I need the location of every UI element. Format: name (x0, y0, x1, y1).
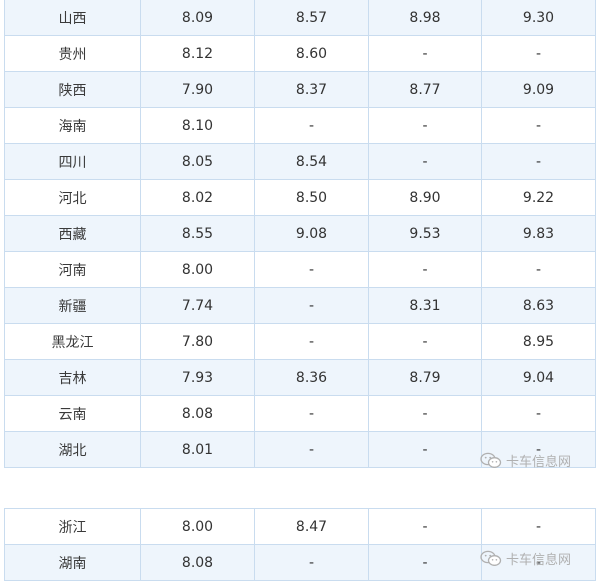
value-cell-3: - (368, 323, 482, 360)
value-cell-2: - (254, 431, 369, 468)
value-cell-2: - (254, 287, 369, 324)
watermark: 卡车信息网 (480, 451, 571, 470)
value-cell-4: - (481, 143, 596, 180)
value-cell-1: 8.10 (140, 107, 255, 144)
value-cell-4: 8.95 (481, 323, 596, 360)
value-cell-1: 8.12 (140, 35, 255, 72)
value-cell-4: - (481, 35, 596, 72)
province-cell: 黑龙江 (4, 323, 141, 360)
value-cell-1: 8.08 (140, 544, 255, 581)
value-cell-2: 8.36 (254, 359, 369, 396)
province-cell: 河北 (4, 179, 141, 216)
province-cell: 云南 (4, 395, 141, 432)
table-row: 海南 8.10- - - (4, 107, 596, 144)
value-cell-4: 9.83 (481, 215, 596, 252)
province-cell: 四川 (4, 143, 141, 180)
value-cell-3: 8.77 (368, 71, 482, 108)
value-cell-1: 8.05 (140, 143, 255, 180)
value-cell-2: 9.08 (254, 215, 369, 252)
value-cell-1: 8.08 (140, 395, 255, 432)
value-cell-2: 8.60 (254, 35, 369, 72)
value-cell-3: 8.31 (368, 287, 482, 324)
table-row: 山西 8.09 8.57 8.98 9.30 (4, 0, 596, 36)
province-cell: 山西 (4, 0, 141, 36)
table-row: 云南 8.08- - - (4, 395, 596, 432)
province-cell: 贵州 (4, 35, 141, 72)
table-row: 贵州 8.12 8.60- - (4, 35, 596, 72)
value-cell-4: 9.22 (481, 179, 596, 216)
value-cell-1: 7.93 (140, 359, 255, 396)
value-cell-4: - (481, 508, 596, 545)
value-cell-3: 9.53 (368, 215, 482, 252)
price-table-top: 山西 8.09 8.57 8.98 9.30 贵州 8.12 8.60- - 陕西 7.90 8.37… (4, 0, 596, 468)
value-cell-3: - (368, 431, 482, 468)
table-row: 浙江 8.00 8.47- - (4, 508, 596, 545)
province-cell: 浙江 (4, 508, 141, 545)
province-cell: 陕西 (4, 71, 141, 108)
value-cell-4: 9.04 (481, 359, 596, 396)
value-cell-3: 8.98 (368, 0, 482, 36)
wechat-icon (480, 452, 502, 468)
value-cell-2: 8.47 (254, 508, 369, 545)
value-cell-1: 8.00 (140, 251, 255, 288)
watermark-bottom: 卡车信息网 (480, 549, 571, 568)
value-cell-1: 8.01 (140, 431, 255, 468)
value-cell-3: - (368, 544, 482, 581)
value-cell-1: 8.09 (140, 0, 255, 36)
value-cell-4: 9.09 (481, 71, 596, 108)
value-cell-3: 8.90 (368, 179, 482, 216)
value-cell-2: - (254, 251, 369, 288)
value-cell-3: - (368, 35, 482, 72)
value-cell-1: 8.02 (140, 179, 255, 216)
value-cell-3: - (368, 143, 482, 180)
province-cell: 吉林 (4, 359, 141, 396)
value-cell-2: 8.57 (254, 0, 369, 36)
value-cell-3: - (368, 107, 482, 144)
value-cell-1: 8.55 (140, 215, 255, 252)
value-cell-2: 8.54 (254, 143, 369, 180)
value-cell-4: - (481, 107, 596, 144)
table-row: 陕西 7.90 8.37 8.77 9.09 (4, 71, 596, 108)
value-cell-4: 9.30 (481, 0, 596, 36)
province-cell: 海南 (4, 107, 141, 144)
wechat-icon (480, 550, 502, 566)
value-cell-2: - (254, 107, 369, 144)
table-row: 西藏 8.55 9.08 9.53 9.83 (4, 215, 596, 252)
value-cell-1: 7.74 (140, 287, 255, 324)
table-row: 黑龙江 7.80- -8.95 (4, 323, 596, 360)
value-cell-2: - (254, 323, 369, 360)
value-cell-3: - (368, 395, 482, 432)
province-cell: 河南 (4, 251, 141, 288)
value-cell-4: 8.63 (481, 287, 596, 324)
value-cell-4: - (481, 251, 596, 288)
table-row: 河北 8.02 8.50 8.90 9.22 (4, 179, 596, 216)
province-cell: 新疆 (4, 287, 141, 324)
value-cell-1: 8.00 (140, 508, 255, 545)
price-table-bottom: 浙江 8.00 8.47- - 湖南 8.08- - - (4, 508, 596, 581)
value-cell-2: - (254, 395, 369, 432)
value-cell-3: - (368, 251, 482, 288)
value-cell-1: 7.90 (140, 71, 255, 108)
province-cell: 湖北 (4, 431, 141, 468)
province-cell: 湖南 (4, 544, 141, 581)
value-cell-3: 8.79 (368, 359, 482, 396)
value-cell-1: 7.80 (140, 323, 255, 360)
table-row: 四川 8.05 8.54- - (4, 143, 596, 180)
value-cell-3: - (368, 508, 482, 545)
value-cell-2: 8.37 (254, 71, 369, 108)
table-row: 吉林 7.93 8.36 8.79 9.04 (4, 359, 596, 396)
province-cell: 西藏 (4, 215, 141, 252)
value-cell-2: 8.50 (254, 179, 369, 216)
table-row: 新疆 7.74-8.31 8.63 (4, 287, 596, 324)
watermark-text: 卡车信息网 (506, 553, 572, 568)
value-cell-4: - (481, 395, 596, 432)
value-cell-2: - (254, 544, 369, 581)
watermark-text: 卡车信息网 (506, 455, 572, 470)
table-row: 河南 8.00- - - (4, 251, 596, 288)
